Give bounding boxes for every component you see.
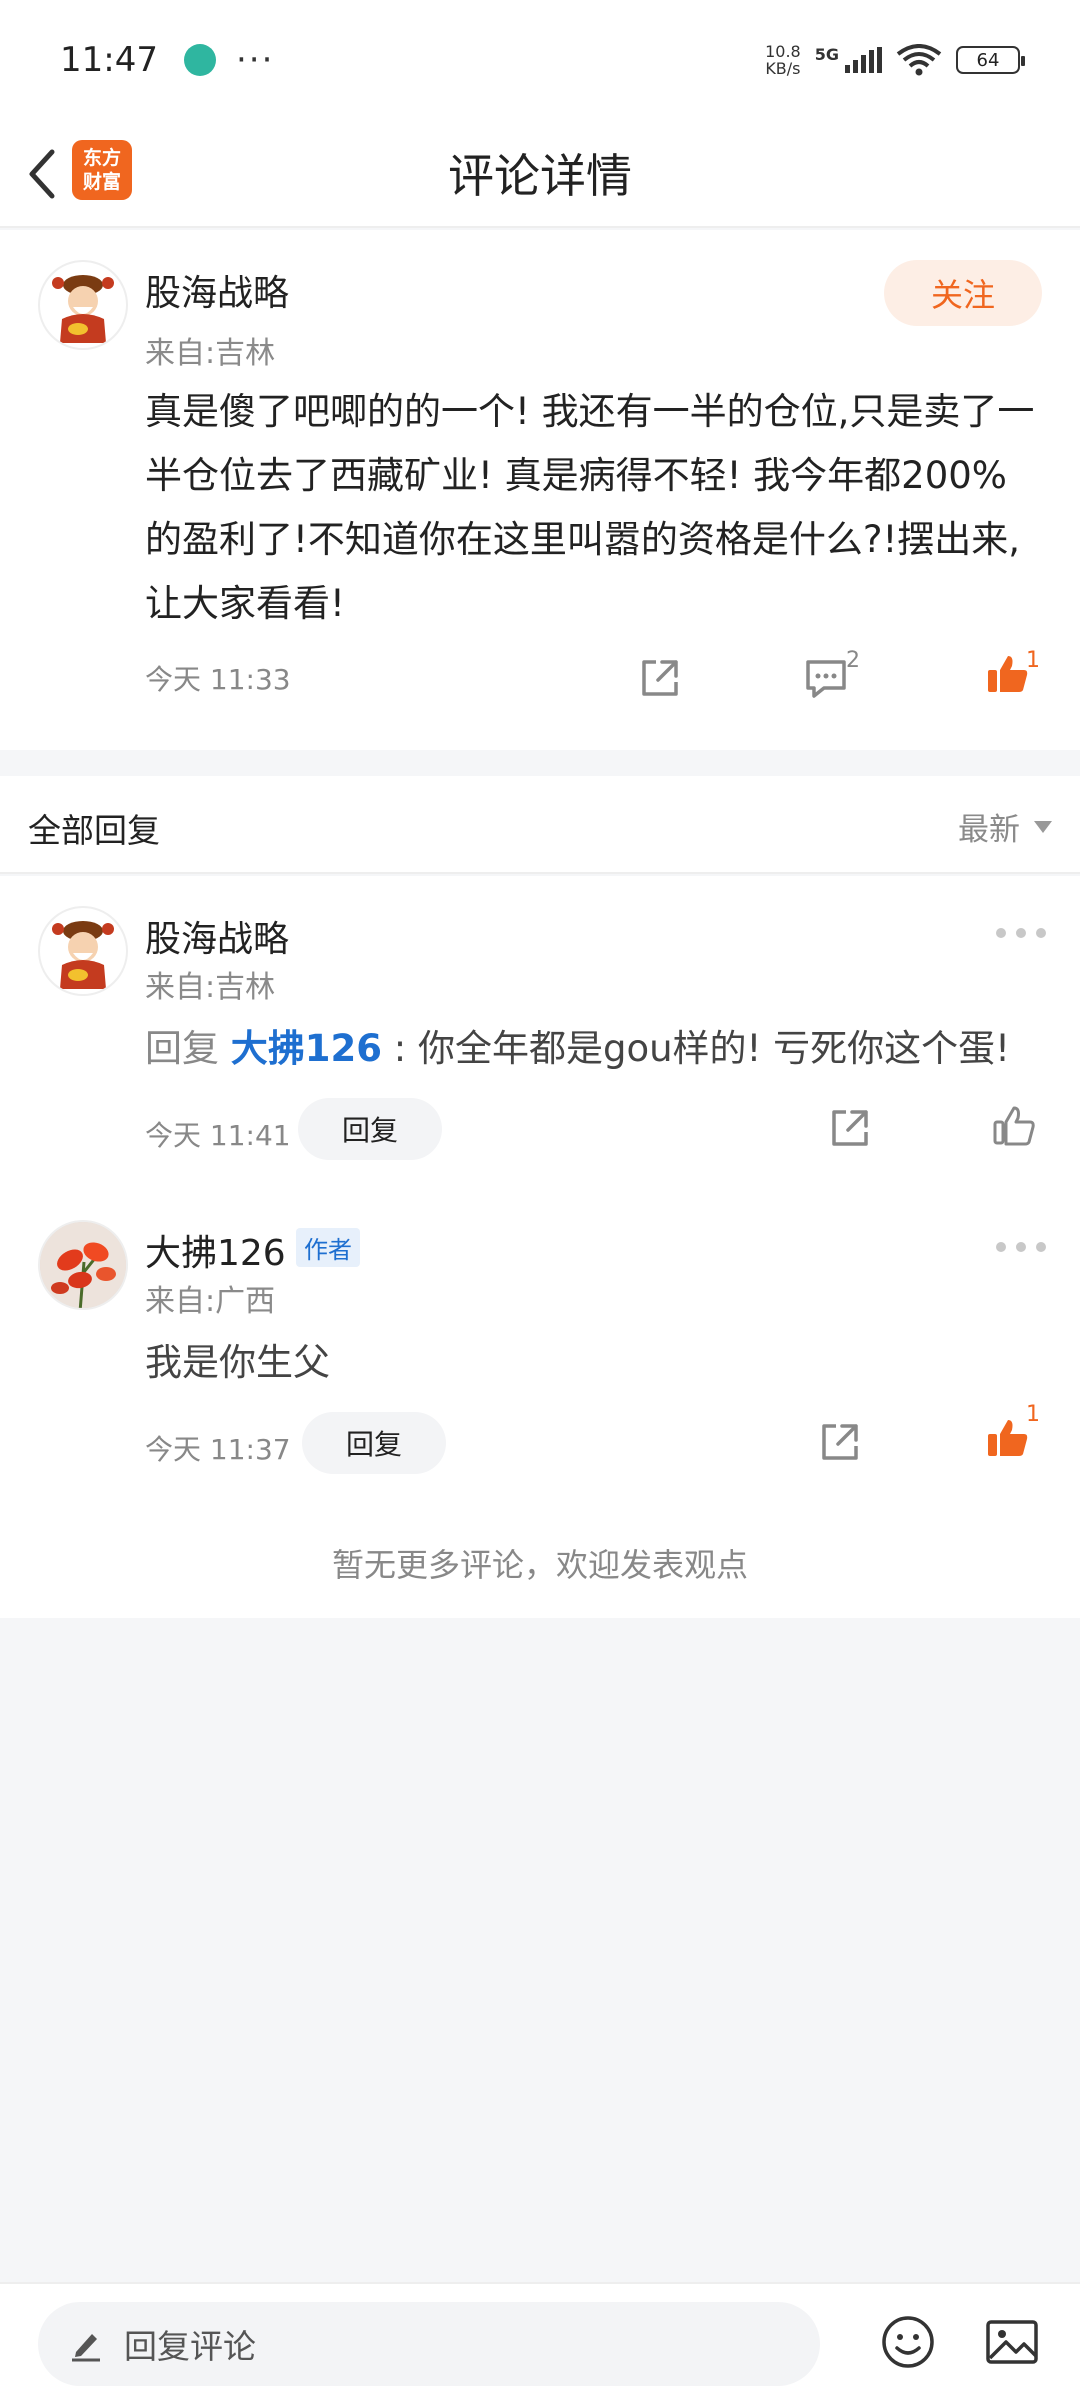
wifi-icon [896,44,942,76]
reply-time: 今天 11:41 [145,1119,291,1152]
like-outline-icon[interactable] [990,1102,1038,1150]
reply-body: 我是你生父 [145,1341,330,1384]
share-icon[interactable] [636,654,684,702]
avatar[interactable] [38,906,128,996]
like-count: 1 [1026,1402,1040,1427]
network-speed: 10.8 KB/s [765,43,801,77]
page-title: 评论详情 [448,149,632,203]
location: 来自:吉林 [145,336,276,371]
share-icon[interactable] [816,1418,864,1466]
more-options-icon[interactable] [996,928,1046,940]
nav-bar: 东方 财富 评论详情 [0,120,1080,228]
speed-unit: KB/s [765,59,801,78]
battery-icon: 64 [956,46,1025,74]
all-replies-title: 全部回复 [28,811,160,850]
emoji-icon[interactable] [880,2314,936,2370]
caret-down-icon [1034,820,1052,833]
location: 来自:广西 [145,1284,276,1319]
avatar[interactable] [38,260,128,350]
network-type: 5G [814,45,839,64]
main-comment: 股海战略 来自:吉林 关注 真是傻了吧唧的的一个! 我还有一半的仓位,只是卖了一… [0,230,1080,750]
like-icon[interactable] [984,650,1032,698]
share-icon[interactable] [826,1104,874,1152]
avatar[interactable] [38,1220,128,1310]
bottom-bar: 回复评论 [0,2282,1080,2400]
username[interactable]: 股海战略 [145,264,289,316]
reply-time: 今天 11:37 [145,1433,291,1466]
like-icon[interactable] [984,1414,1032,1462]
speed-value: 10.8 [765,42,801,61]
sort-label: 最新 [958,812,1020,848]
avatar-flower-icon [40,1222,126,1308]
reply-body: : 你全年都是gou样的! 亏死你这个蛋! [382,1027,1010,1070]
app-notification-icon [183,44,216,76]
status-time: 11:47 [60,40,158,80]
comment-time: 今天 11:33 [145,663,291,696]
reply-target-user[interactable]: 大拂126 [231,1027,382,1070]
battery-level: 64 [976,49,1000,71]
more-notifications-icon: ··· [235,40,275,80]
replies-header: 全部回复 最新 [0,776,1080,874]
comment-icon[interactable] [802,654,850,702]
username[interactable]: 大拂126 [145,1224,286,1276]
reply-button[interactable]: 回复 [298,1098,442,1160]
author-badge: 作者 [296,1228,360,1267]
image-icon[interactable] [984,2314,1040,2370]
follow-button[interactable]: 关注 [884,260,1042,326]
username[interactable]: 股海战略 [145,910,289,962]
like-count: 1 [1026,648,1040,673]
avatar-god-of-wealth-icon [52,275,114,343]
sort-dropdown[interactable]: 最新 [958,804,1052,849]
more-options-icon[interactable] [996,1242,1046,1254]
replies-list: 股海战略 来自:吉林 回复 大拂126 : 你全年都是gou样的! 亏死你这个蛋… [0,876,1080,1618]
status-bar: 11:47 ··· 10.8 KB/s 5G 64 [0,0,1080,120]
signal-icon [845,47,882,73]
reply-button[interactable]: 回复 [302,1412,446,1474]
reply-input-placeholder: 回复评论 [124,2327,256,2366]
location: 来自:吉林 [145,970,276,1005]
avatar-god-of-wealth-icon [52,921,114,989]
no-more-comments-note: 暂无更多评论，欢迎发表观点 [331,1546,748,1584]
reply-prefix: 回复 [145,1027,219,1070]
reply-text: 回复 大拂126 : 你全年都是gou样的! 亏死你这个蛋! [145,1018,1010,1072]
pencil-icon [72,2334,100,2362]
comment-count: 2 [846,648,860,673]
comment-text: 真是傻了吧唧的的一个! 我还有一半的仓位,只是卖了一半仓位去了西藏矿业! 真是病… [145,390,1035,625]
reply-comment-input[interactable]: 回复评论 [38,2302,820,2386]
